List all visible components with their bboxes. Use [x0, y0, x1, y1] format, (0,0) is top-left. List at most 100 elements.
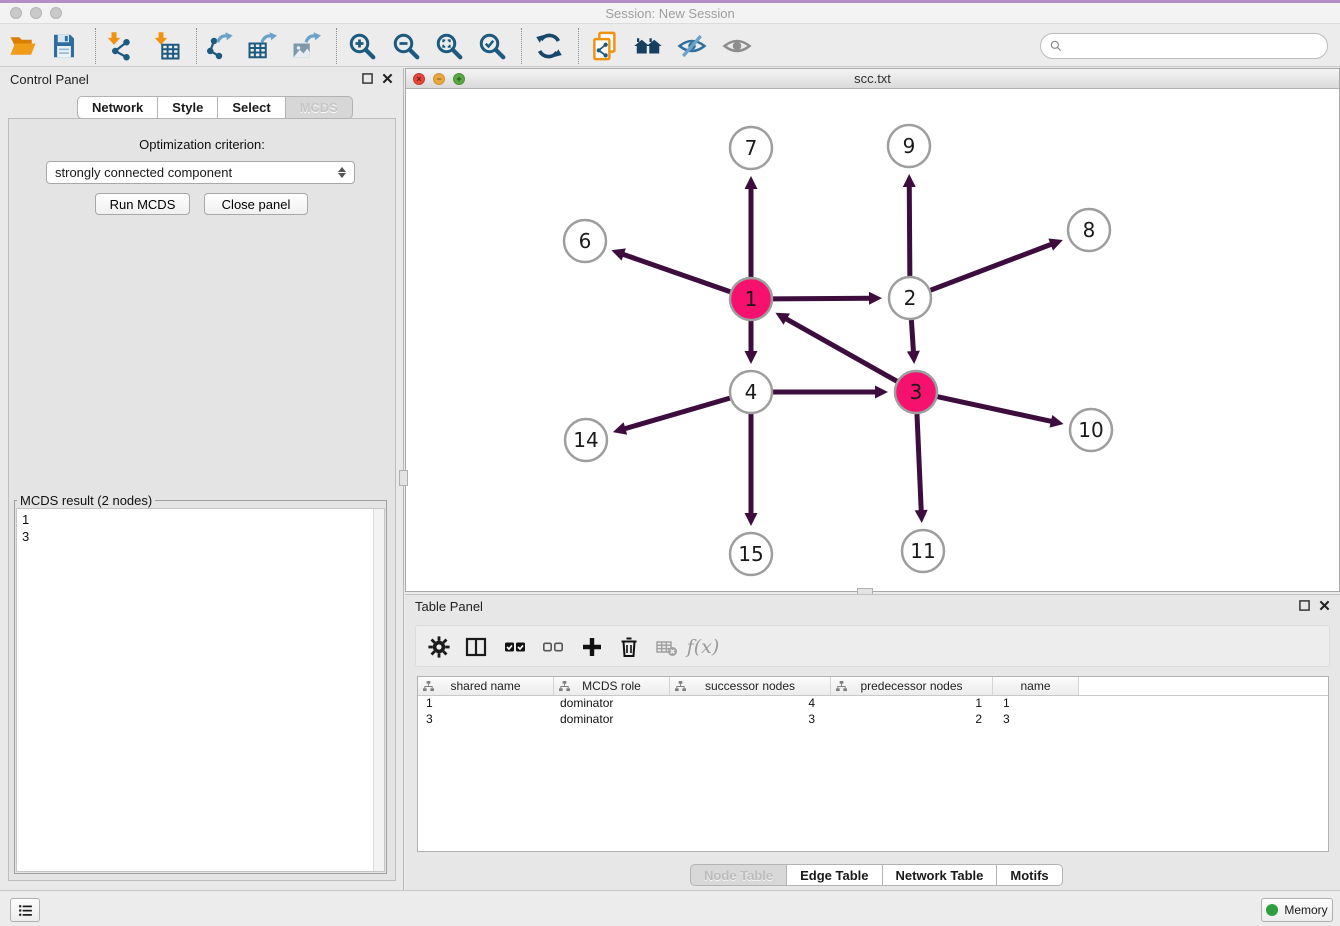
first-neighbors-icon[interactable] — [631, 29, 665, 63]
close-panel-icon[interactable] — [382, 73, 393, 84]
tab-network-table[interactable]: Network Table — [883, 864, 998, 886]
graph-edge-2-9[interactable] — [909, 185, 910, 276]
open-file-icon[interactable] — [6, 29, 40, 63]
cell-mcds-role[interactable]: dominator — [554, 712, 670, 728]
column-header-mcds-role[interactable]: MCDS role — [554, 677, 670, 695]
zoom-fit-icon[interactable] — [432, 29, 466, 63]
tab-mcds[interactable]: MCDS — [286, 96, 353, 119]
graph-edge-arrowhead — [903, 174, 916, 187]
cell-mcds-role[interactable]: dominator — [554, 696, 670, 712]
tab-node-table[interactable]: Node Table — [690, 864, 787, 886]
cell-predecessor-nodes[interactable]: 1 — [831, 696, 993, 712]
close-panel-button[interactable]: Close panel — [204, 193, 308, 215]
cell-predecessor-nodes[interactable]: 2 — [831, 712, 993, 728]
mcds-result-scrollbar[interactable] — [373, 509, 384, 871]
float-panel-icon[interactable] — [1299, 600, 1310, 611]
network-window-titlebar[interactable]: × − + scc.txt — [406, 69, 1339, 89]
column-type-icon — [559, 681, 570, 692]
node-table[interactable]: shared name MCDS role successor nodes pr… — [417, 676, 1329, 852]
window-title: Session: New Session — [0, 6, 1340, 21]
export-image-icon[interactable] — [289, 29, 323, 63]
import-network-icon[interactable] — [102, 29, 136, 63]
graph-edge-arrowhead — [1050, 415, 1064, 428]
hide-selected-icon[interactable] — [675, 29, 709, 63]
tab-network[interactable]: Network — [77, 96, 158, 119]
graph-node-label: 10 — [1078, 418, 1103, 442]
graph-edge-2-3[interactable] — [911, 320, 913, 353]
show-all-icon[interactable] — [720, 29, 754, 63]
clone-network-icon[interactable] — [588, 29, 622, 63]
function-builder-icon: f(x) — [688, 632, 718, 662]
graph-edge-arrowhead — [907, 351, 920, 364]
graph-node-label: 4 — [745, 380, 758, 404]
toolbar-separator — [196, 28, 197, 64]
panel-splitter-handle[interactable] — [399, 470, 408, 486]
memory-button[interactable]: Memory — [1261, 898, 1333, 922]
status-bar: Memory — [0, 890, 1340, 926]
mcds-result-title: MCDS result (2 nodes) — [17, 493, 155, 508]
column-header-shared-name[interactable]: shared name — [418, 677, 554, 695]
graph-node-label: 7 — [745, 136, 758, 160]
cell-shared-name[interactable]: 3 — [418, 712, 554, 728]
tab-edge-table[interactable]: Edge Table — [787, 864, 882, 886]
search-input[interactable] — [1063, 39, 1327, 54]
table-row[interactable]: 1 dominator 4 1 1 — [418, 696, 1328, 712]
graph-edge-1-2[interactable] — [773, 298, 871, 299]
graph-edge-3-10[interactable] — [937, 397, 1052, 422]
delete-icon[interactable] — [614, 632, 644, 662]
run-mcds-button[interactable]: Run MCDS — [95, 193, 190, 215]
graph-edge-4-14[interactable] — [623, 398, 729, 429]
graph-edge-3-11[interactable] — [917, 414, 921, 512]
optimization-criterion-select[interactable]: strongly connected component — [46, 161, 355, 184]
column-type-icon — [836, 681, 847, 692]
graph-edge-3-1[interactable] — [785, 318, 897, 381]
memory-status-dot — [1266, 904, 1278, 916]
table-panel-title: Table Panel — [415, 599, 483, 614]
apply-layout-icon[interactable] — [532, 29, 566, 63]
toolbar-separator — [521, 28, 522, 64]
graph-edge-2-8[interactable] — [931, 244, 1053, 290]
table-panel-tabs: Node Table Edge Table Network Table Moti… — [690, 864, 1063, 886]
import-table-icon[interactable] — [149, 29, 183, 63]
tab-motifs[interactable]: Motifs — [997, 864, 1062, 886]
dropdown-spinner-icon — [338, 167, 346, 178]
zoom-in-icon[interactable] — [345, 29, 379, 63]
show-columns-icon[interactable] — [461, 632, 491, 662]
select-all-icon[interactable] — [500, 632, 530, 662]
task-history-button[interactable] — [10, 898, 40, 922]
close-panel-icon[interactable] — [1319, 600, 1330, 611]
deselect-all-icon[interactable] — [538, 632, 568, 662]
export-network-icon[interactable] — [202, 29, 236, 63]
column-header-predecessor-nodes[interactable]: predecessor nodes — [831, 677, 993, 695]
memory-label: Memory — [1284, 903, 1327, 917]
cell-shared-name[interactable]: 1 — [418, 696, 554, 712]
network-canvas[interactable]: 7968124314101511 — [406, 89, 1339, 591]
save-session-icon[interactable] — [47, 29, 81, 63]
tab-select[interactable]: Select — [218, 96, 285, 119]
cell-name[interactable]: 3 — [993, 712, 1079, 728]
column-header-name[interactable]: name — [993, 677, 1079, 695]
graph-edge-1-6[interactable] — [622, 254, 730, 292]
graph-node-label: 8 — [1083, 218, 1096, 242]
mcds-tab-content: Optimization criterion: strongly connect… — [8, 118, 396, 881]
cell-name[interactable]: 1 — [993, 696, 1079, 712]
delete-table-icon — [652, 632, 682, 662]
export-table-icon[interactable] — [245, 29, 279, 63]
table-row[interactable]: 3 dominator 3 2 3 — [418, 712, 1328, 728]
column-header-successor-nodes[interactable]: successor nodes — [670, 677, 831, 695]
zoom-selected-icon[interactable] — [475, 29, 509, 63]
app-window: Session: New Session — [0, 0, 1340, 926]
float-panel-icon[interactable] — [362, 73, 373, 84]
graph-edge-arrowhead — [613, 422, 627, 434]
mcds-result-textarea[interactable]: 1 3 — [16, 508, 385, 872]
zoom-out-icon[interactable] — [389, 29, 423, 63]
add-column-icon[interactable] — [577, 632, 607, 662]
control-panel: Control Panel Network Style Select MCDS … — [0, 68, 404, 890]
dropdown-selected-value: strongly connected component — [55, 165, 338, 180]
tab-style[interactable]: Style — [158, 96, 218, 119]
graph-node-label: 1 — [745, 287, 758, 311]
settings-gear-icon[interactable] — [424, 632, 454, 662]
search-field[interactable] — [1040, 33, 1328, 59]
cell-successor-nodes[interactable]: 4 — [670, 696, 831, 712]
cell-successor-nodes[interactable]: 3 — [670, 712, 831, 728]
